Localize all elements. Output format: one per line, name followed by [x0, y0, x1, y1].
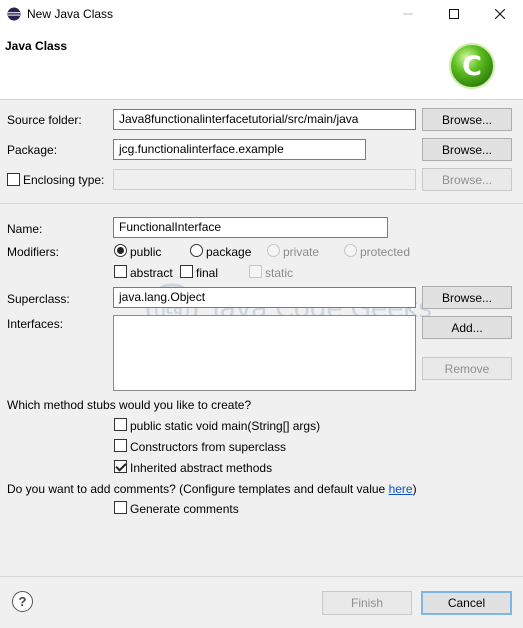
interfaces-label: Interfaces: — [7, 317, 64, 331]
inherited-abstract-checkbox[interactable] — [114, 460, 127, 473]
window-title: New Java Class — [27, 7, 114, 21]
enclosing-type-checkbox[interactable] — [7, 173, 20, 186]
svg-text:C: C — [462, 51, 482, 82]
source-folder-label: Source folder: — [7, 113, 82, 127]
modifier-final-checkbox[interactable] — [180, 265, 193, 278]
source-folder-input[interactable]: Java8functionalinterfacetutorial/src/mai… — [113, 109, 416, 130]
enclosing-type-input — [113, 169, 416, 190]
remove-interface-button: Remove — [422, 357, 512, 380]
new-class-wizard-icon: C — [449, 43, 495, 89]
minimize-button[interactable] — [385, 0, 431, 28]
package-input[interactable]: jcg.functionalinterface.example — [113, 139, 366, 160]
generate-comments-label: Generate comments — [130, 502, 239, 516]
constructors-label: Constructors from superclass — [130, 440, 287, 454]
modifier-protected-label: protected — [360, 245, 411, 259]
modifier-static-checkbox — [249, 265, 262, 278]
source-folder-browse-button[interactable]: Browse... — [422, 108, 512, 131]
modifier-final-label: final — [196, 266, 219, 280]
superclass-input[interactable]: java.lang.Object — [113, 287, 416, 308]
modifiers-label: Modifiers: — [7, 245, 60, 259]
inherited-abstract-label: Inherited abstract methods — [130, 461, 273, 475]
modifier-protected-radio — [344, 244, 357, 257]
title-bar: New Java Class — [0, 0, 523, 28]
enclosing-type-browse-button: Browse... — [422, 168, 512, 191]
comments-question-text: Do you want to add comments? (Configure … — [7, 482, 389, 496]
comments-question-end: ) — [412, 482, 417, 496]
finish-button: Finish — [322, 591, 412, 615]
main-method-label: public static void main(String[] args) — [130, 419, 321, 433]
modifier-abstract-label: abstract — [130, 266, 173, 280]
enclosing-type-label: Enclosing type: — [23, 173, 105, 187]
section-divider — [0, 203, 523, 204]
new-java-class-dialog: New Java Class Java Class C Source folde… — [0, 0, 523, 628]
modifier-package-label: package — [206, 245, 252, 259]
close-button[interactable] — [477, 0, 523, 28]
modifier-abstract-checkbox[interactable] — [114, 265, 127, 278]
main-method-checkbox[interactable] — [114, 418, 127, 431]
close-icon — [495, 9, 505, 19]
wizard-title: Java Class — [5, 39, 68, 53]
footer-divider — [0, 576, 523, 577]
configure-templates-link[interactable]: here — [389, 482, 413, 496]
minimize-icon — [403, 13, 413, 15]
cancel-button[interactable]: Cancel — [421, 591, 512, 615]
maximize-icon — [449, 9, 459, 19]
constructors-checkbox[interactable] — [114, 439, 127, 452]
modifier-static-label: static — [265, 266, 294, 280]
help-button[interactable]: ? — [12, 591, 33, 612]
modifier-private-label: private — [283, 245, 320, 259]
superclass-label: Superclass: — [7, 292, 70, 306]
modifier-package-radio[interactable] — [190, 244, 203, 257]
method-stubs-question: Which method stubs would you like to cre… — [7, 398, 252, 412]
generate-comments-checkbox[interactable] — [114, 501, 127, 514]
modifier-public-label: public — [130, 245, 162, 259]
name-label: Name: — [7, 222, 43, 236]
modifier-private-radio — [267, 244, 280, 257]
class-name-input[interactable]: FunctionalInterface — [113, 217, 388, 238]
package-browse-button[interactable]: Browse... — [422, 138, 512, 161]
modifier-public-radio[interactable] — [114, 244, 127, 257]
eclipse-icon — [7, 7, 21, 21]
package-label: Package: — [7, 143, 58, 157]
maximize-button[interactable] — [431, 0, 477, 28]
help-icon: ? — [18, 594, 27, 609]
superclass-browse-button[interactable]: Browse... — [422, 286, 512, 309]
add-interface-button[interactable]: Add... — [422, 316, 512, 339]
comments-question: Do you want to add comments? (Configure … — [7, 482, 417, 496]
wizard-banner: Java Class C — [0, 28, 523, 100]
interfaces-list[interactable] — [113, 315, 416, 391]
